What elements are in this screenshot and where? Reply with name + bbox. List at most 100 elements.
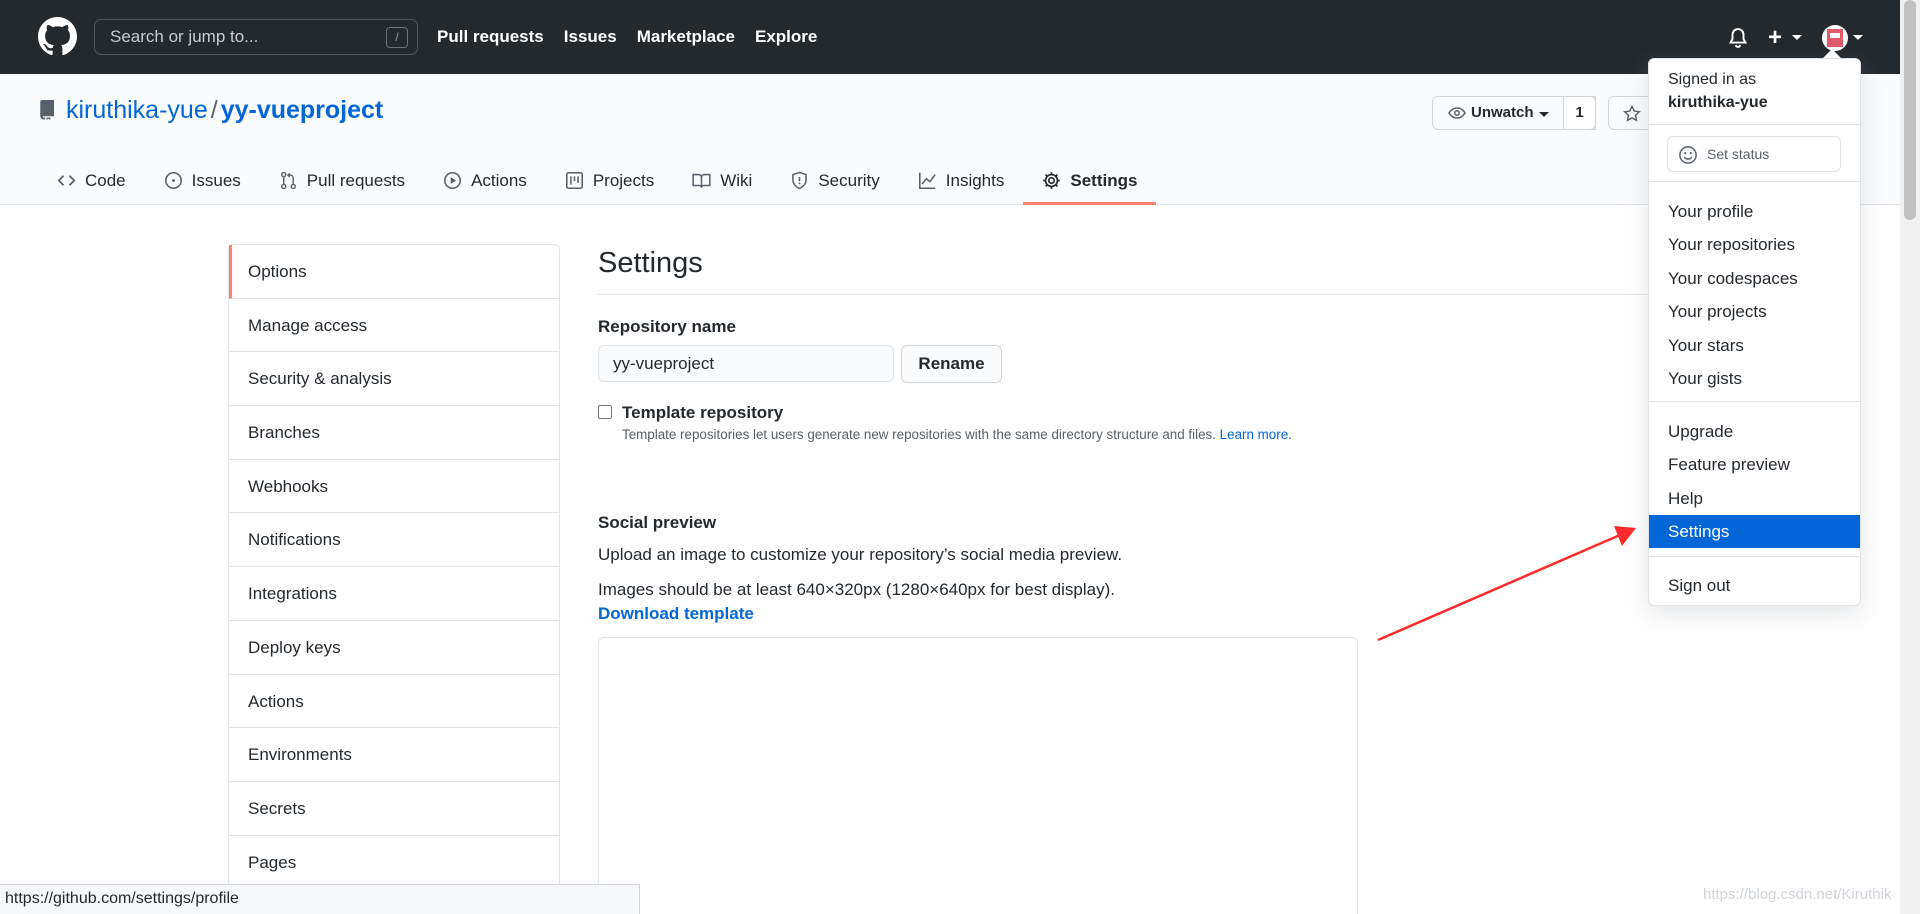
nav-issues[interactable]: Issues <box>564 27 617 47</box>
sidebar-item-actions[interactable]: Actions <box>229 675 559 729</box>
repo-owner-link[interactable]: kiruthika-yue <box>66 96 208 124</box>
menu-item-your-gists[interactable]: Your gists <box>1649 362 1860 395</box>
menu-item-your-projects[interactable]: Your projects <box>1649 295 1860 328</box>
tab-label: Security <box>818 170 880 190</box>
divider <box>1649 181 1860 182</box>
unwatch-label: Unwatch <box>1471 104 1534 121</box>
tab-settings[interactable]: Settings <box>1023 156 1157 205</box>
sidebar-item-branches[interactable]: Branches <box>229 406 559 460</box>
project-icon <box>565 172 583 189</box>
menu-item-sign-out[interactable]: Sign out <box>1649 569 1860 602</box>
page: Search or jump to... / Pull requests Iss… <box>0 0 1920 914</box>
tab-label: Wiki <box>720 170 753 190</box>
menu-item-upgrade[interactable]: Upgrade <box>1649 415 1860 448</box>
menu-item-help[interactable]: Help <box>1649 482 1860 515</box>
tab-pull-requests[interactable]: Pull requests <box>260 156 424 205</box>
nav-marketplace[interactable]: Marketplace <box>637 27 735 47</box>
tab-projects[interactable]: Projects <box>546 156 673 205</box>
signed-in-username: kiruthika-yue <box>1668 94 1768 111</box>
github-logo-icon[interactable] <box>38 17 77 56</box>
tab-wiki[interactable]: Wiki <box>673 156 771 205</box>
social-preview-size-note: Images should be at least 640×320px (128… <box>598 580 1115 599</box>
chevron-down-icon <box>1792 35 1802 40</box>
star-icon <box>1623 105 1641 122</box>
tab-insights[interactable]: Insights <box>899 156 1024 205</box>
scrollbar-thumb[interactable] <box>1904 0 1916 220</box>
menu-item-feature-preview[interactable]: Feature preview <box>1649 448 1860 481</box>
template-note-text: Template repositories let users generate… <box>622 427 1216 442</box>
code-icon <box>57 175 76 186</box>
dropdown-caret <box>1823 49 1841 58</box>
repo-name-link[interactable]: yy-vueproject <box>221 96 384 124</box>
template-repository-note: Template repositories let users generate… <box>622 427 1292 442</box>
search-placeholder: Search or jump to... <box>110 27 259 46</box>
tab-label: Pull requests <box>306 170 406 190</box>
tab-label: Actions <box>471 170 527 190</box>
nav-explore[interactable]: Explore <box>755 27 817 47</box>
chevron-down-icon[interactable] <box>1853 35 1863 40</box>
repo-icon <box>40 100 54 120</box>
repo-separator: / <box>210 96 218 124</box>
avatar[interactable] <box>1822 25 1848 51</box>
divider <box>1649 556 1860 557</box>
search-hotkey-badge: / <box>386 27 408 48</box>
nav-pull-requests[interactable]: Pull requests <box>437 27 544 47</box>
sidebar-item-environments[interactable]: Environments <box>229 728 559 782</box>
signed-in-label: Signed in as <box>1668 71 1757 88</box>
learn-more-link[interactable]: Learn more. <box>1220 427 1292 442</box>
repo-title: kiruthika-yue / yy-vueproject <box>66 96 383 125</box>
vertical-scrollbar[interactable] <box>1900 0 1920 914</box>
shield-icon <box>792 171 808 190</box>
tab-label: Insights <box>945 170 1005 190</box>
tab-code[interactable]: Code <box>38 156 145 205</box>
sidebar-item-deploy-keys[interactable]: Deploy keys <box>229 621 559 675</box>
global-nav: Pull requests Issues Marketplace Explore <box>437 0 817 74</box>
tab-label: Issues <box>191 170 241 190</box>
social-preview-box[interactable] <box>598 637 1358 914</box>
chevron-down-icon <box>1539 112 1549 117</box>
sidebar-item-secrets[interactable]: Secrets <box>229 782 559 836</box>
repo-name-input[interactable] <box>598 345 894 382</box>
gear-icon <box>1043 172 1061 189</box>
watch-count[interactable]: 1 <box>1563 96 1596 130</box>
repo-tabs: Code Issues Pull requests Actions Projec… <box>38 156 1157 205</box>
tab-label: Projects <box>592 170 655 190</box>
menu-item-your-codespaces[interactable]: Your codespaces <box>1649 262 1860 295</box>
download-template-link[interactable]: Download template <box>598 604 754 624</box>
smiley-icon <box>1679 146 1697 164</box>
create-new-button[interactable]: + <box>1768 24 1808 51</box>
template-repository-checkbox[interactable] <box>598 405 612 419</box>
search-input[interactable]: Search or jump to... / <box>94 19 418 55</box>
tab-issues[interactable]: Issues <box>145 156 260 205</box>
menu-item-settings[interactable]: Settings <box>1649 515 1860 548</box>
rename-button[interactable]: Rename <box>901 345 1002 383</box>
menu-item-your-stars[interactable]: Your stars <box>1649 329 1860 362</box>
set-status-button[interactable]: Set status <box>1667 136 1841 172</box>
plus-icon: + <box>1768 24 1783 51</box>
settings-sidebar: Options Manage access Security & analysi… <box>228 244 560 891</box>
menu-item-your-profile[interactable]: Your profile <box>1649 195 1860 228</box>
sidebar-item-security-analysis[interactable]: Security & analysis <box>229 352 559 407</box>
repo-name-label: Repository name <box>598 317 736 336</box>
sidebar-item-integrations[interactable]: Integrations <box>229 567 559 621</box>
pull-request-icon <box>280 171 296 190</box>
set-status-label: Set status <box>1707 146 1770 162</box>
divider <box>1649 124 1860 125</box>
issue-icon <box>164 172 182 189</box>
menu-item-your-repositories[interactable]: Your repositories <box>1649 228 1860 261</box>
repo-header: kiruthika-yue / yy-vueproject Unwatch 1 Co… <box>0 74 1900 205</box>
tab-label: Settings <box>1070 170 1138 190</box>
sidebar-item-options[interactable]: Options <box>229 245 559 299</box>
browser-status-url: https://github.com/settings/profile <box>0 884 640 914</box>
tab-security[interactable]: Security <box>771 156 898 205</box>
bell-icon[interactable] <box>1727 26 1749 50</box>
sidebar-item-manage-access[interactable]: Manage access <box>229 299 559 353</box>
global-header: Search or jump to... / Pull requests Iss… <box>0 0 1900 74</box>
play-icon <box>444 172 462 189</box>
sidebar-item-pages[interactable]: Pages <box>229 836 559 890</box>
book-icon <box>692 173 711 188</box>
sidebar-item-webhooks[interactable]: Webhooks <box>229 460 559 514</box>
tab-actions[interactable]: Actions <box>424 156 546 205</box>
sidebar-item-notifications[interactable]: Notifications <box>229 513 559 568</box>
eye-icon <box>1448 107 1466 119</box>
